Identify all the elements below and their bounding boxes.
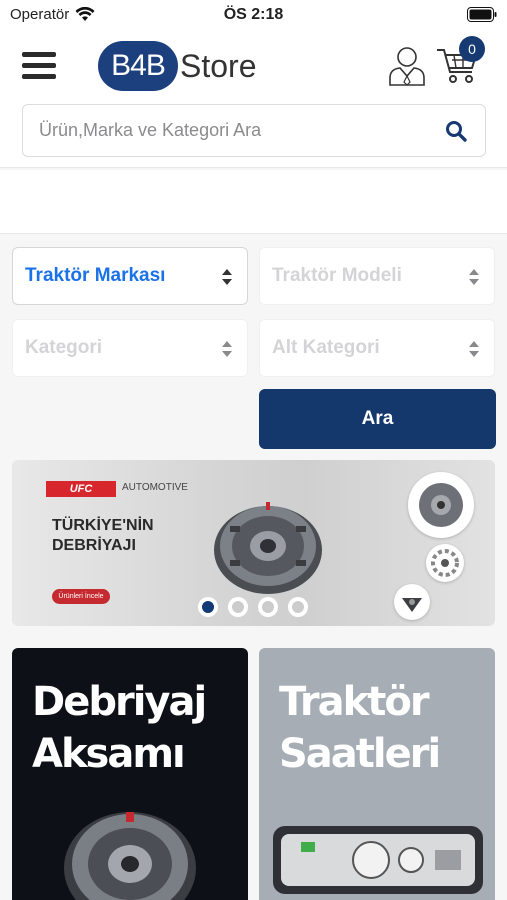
app-logo[interactable]: B4B Store: [98, 40, 256, 92]
banner-thumb-plate: [426, 544, 464, 582]
category-select[interactable]: Kategori: [12, 319, 248, 377]
logo-mark: B4B: [98, 41, 178, 91]
hamburger-menu-icon[interactable]: [22, 52, 56, 80]
banner-headline-line2: DEBRİYAJI: [52, 537, 136, 554]
filter-search-button[interactable]: Ara: [259, 389, 496, 449]
carousel-dot[interactable]: [258, 597, 278, 617]
category-tile-title: Debriyaj Aksamı: [32, 676, 207, 780]
battery-icon: [467, 7, 497, 27]
search-input[interactable]: [23, 120, 423, 141]
clutch-assembly-image: [64, 812, 196, 900]
search-icon[interactable]: [445, 120, 467, 142]
carousel-dot[interactable]: [288, 597, 308, 617]
subcategory-select[interactable]: Alt Kategori: [259, 319, 495, 377]
logo-text: Store: [180, 47, 257, 84]
category-label: Kategori: [25, 337, 103, 358]
banner-headline: TÜRKİYE'NİN DEBRİYAJI: [52, 516, 182, 556]
carousel-dot[interactable]: [228, 597, 248, 617]
banner-thumb-clutch: [408, 472, 474, 538]
status-bar: Operatör ÖS 2:18: [0, 0, 507, 30]
cart-count-badge[interactable]: 0: [459, 36, 485, 62]
search-bar[interactable]: [22, 104, 486, 157]
app-header: B4B Store 0: [0, 30, 507, 168]
sort-arrows-icon: [469, 269, 479, 285]
category-title-line1: Traktör: [279, 679, 430, 725]
carousel-dots: [198, 597, 308, 617]
banner-thumb-bearing: [394, 584, 430, 620]
clutch-image: [214, 502, 322, 594]
category-tile-clutch[interactable]: Debriyaj Aksamı: [12, 648, 248, 900]
category-title-line2: Aksamı: [32, 731, 186, 777]
sort-arrows-icon: [222, 269, 232, 285]
category-tile-gauges[interactable]: Traktör Saatleri: [259, 648, 495, 900]
carousel-dot[interactable]: [198, 597, 218, 617]
user-account-icon[interactable]: [388, 46, 426, 86]
ufc-logo: UFC: [46, 481, 116, 497]
subcategory-label: Alt Kategori: [272, 337, 380, 358]
banner-headline-line1: TÜRKİYE'NİN: [52, 517, 154, 534]
blank-band: [0, 170, 507, 234]
category-title-line2: Saatleri: [279, 731, 441, 777]
sort-arrows-icon: [222, 341, 232, 357]
banner-cta-button[interactable]: Ürünleri İncele: [52, 589, 110, 604]
status-time: ÖS 2:18: [223, 6, 284, 23]
promo-banner[interactable]: UFC AUTOMOTIVE TÜRKİYE'NİN DEBRİYAJI Ürü…: [12, 460, 495, 626]
tractor-brand-select[interactable]: Traktör Markası: [12, 247, 248, 305]
tractor-model-select[interactable]: Traktör Modeli: [259, 247, 495, 305]
sort-arrows-icon: [469, 341, 479, 357]
category-title-line1: Debriyaj: [32, 679, 207, 725]
tractor-brand-label: Traktör Markası: [25, 265, 166, 286]
category-tile-title: Traktör Saatleri: [279, 676, 441, 780]
instrument-cluster-image: [273, 826, 483, 894]
tractor-model-label: Traktör Modeli: [272, 265, 402, 286]
brand-suffix: AUTOMOTIVE: [122, 482, 188, 493]
